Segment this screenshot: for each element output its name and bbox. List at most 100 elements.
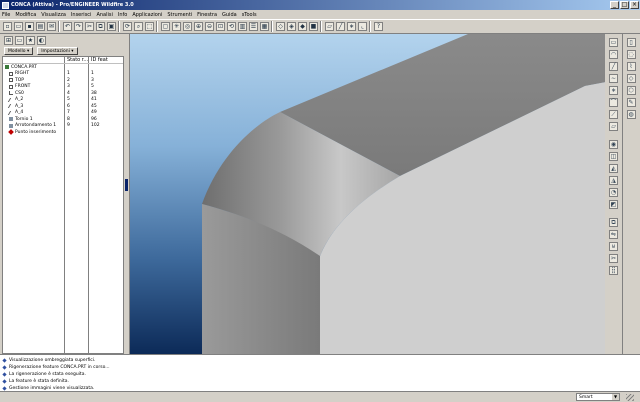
wireframe-icon[interactable]: ◇ [276,22,285,31]
pattern-icon[interactable]: ⣿ [609,266,618,275]
spline-tool-icon[interactable]: ∼ [609,74,618,83]
message-line: La feature è stata definita. [2,378,640,385]
boundary-icon[interactable]: ⬡ [626,86,636,95]
maximize-button[interactable]: □ [620,1,629,9]
datum-axes-icon[interactable]: ╱ [336,22,345,31]
menu-applications[interactable]: Applicazioni [132,12,162,18]
open-file-icon[interactable]: ▭ [14,22,23,31]
connections-tab-icon[interactable]: ◐ [37,35,46,45]
style-icon[interactable]: ✎ [626,98,636,107]
mirror-icon[interactable]: ⇋ [609,230,618,239]
sash-grip[interactable] [125,179,128,191]
view-manager-icon[interactable]: ▦ [260,22,269,31]
model-menu-button[interactable]: Modello ▾ [4,47,34,55]
status-bar: Smart ▼ [0,392,640,402]
menu-stools[interactable]: sTools [242,12,257,18]
chamfer-icon[interactable]: ◩ [609,200,618,209]
menu-window[interactable]: Finestra [197,12,217,18]
repaint-icon[interactable]: ▢ [161,22,170,31]
close-button[interactable]: × [630,1,639,9]
menu-view[interactable]: Visualizza [41,12,66,18]
extrude-icon[interactable]: ▯ [626,38,636,47]
refit-icon[interactable]: ⊡ [216,22,225,31]
favorites-tab-icon[interactable]: ★ [26,35,35,45]
warp-icon[interactable]: ◍ [626,110,636,119]
new-file-icon[interactable]: ▫ [3,22,12,31]
blend-icon[interactable]: ◇ [626,74,636,83]
column-header-name[interactable] [3,57,65,63]
datum-axis-icon[interactable]: ⟋ [609,110,618,119]
menu-info[interactable]: Info [118,12,127,18]
menu-help[interactable]: Guida [222,12,237,18]
copy-icon[interactable]: ⧉ [96,22,105,31]
revolve-icon[interactable]: ◌ [626,50,636,59]
chevron-down-icon[interactable]: ▼ [612,394,619,400]
model-tree-tab-icon[interactable]: ⊞ [4,35,13,45]
datum-point-icon[interactable]: ∗ [609,86,618,95]
app-icon [2,1,9,9]
save-icon[interactable]: ▪ [25,22,34,31]
orient-icon[interactable]: ◎ [183,22,192,31]
no-hidden-icon[interactable]: ◆ [298,22,307,31]
menu-edit[interactable]: Modifica [15,12,36,18]
resize-grip-icon[interactable] [626,393,634,401]
folder-browser-tab-icon[interactable]: ▭ [15,35,24,45]
find-icon[interactable]: ⌕ [134,22,143,31]
axis-icon [7,110,15,115]
tree-names: CONCA.PRT RIGHT TOP FRONT CS0 A_2 A_3 A_4 Tornio… [3,64,65,354]
email-icon[interactable]: ✉ [47,22,56,31]
zoom-out-icon[interactable]: ⊖ [205,22,214,31]
menu-insert[interactable]: Inserisci [71,12,92,18]
plane-icon [9,78,13,83]
datum-planes-icon[interactable]: ▱ [325,22,334,31]
paste-icon[interactable]: ▣ [107,22,116,31]
axis-icon [7,97,15,102]
minimize-button[interactable]: _ [610,1,619,9]
cut-icon[interactable]: ✂ [85,22,94,31]
hole-icon[interactable]: ◉ [609,140,618,149]
message-text: Gestione immagini viene visualizzata. [9,386,95,391]
merge-icon[interactable]: ⊎ [609,242,618,251]
rib-icon[interactable]: ◭ [609,164,618,173]
regenerate-icon[interactable]: ⟳ [123,22,132,31]
copy-feature-icon[interactable]: ⧉ [609,218,618,227]
undo-icon[interactable]: ↶ [63,22,72,31]
trim-icon[interactable]: ✂ [609,254,618,263]
hidden-line-icon[interactable]: ◈ [287,22,296,31]
zoom-in-icon[interactable]: ⊕ [194,22,203,31]
offset-icon[interactable]: ⌒ [609,98,618,107]
arc-tool-icon[interactable]: ◠ [609,50,618,59]
column-header-id[interactable]: ID feat [89,57,123,63]
menu-tools[interactable]: Strumenti [167,12,192,18]
menu-file[interactable]: File [2,12,10,18]
line-tool-icon[interactable]: ╱ [609,62,618,71]
menu-analysis[interactable]: Analisi [96,12,112,18]
title-bar: CONCA (Attiva) - Pro/ENGINEER Wildfire 3… [0,0,640,10]
selection-filter[interactable]: Smart ▼ [576,393,620,401]
select-box-icon[interactable]: ⬚ [145,22,154,31]
spin-center-icon[interactable]: ✳ [172,22,181,31]
draft-icon[interactable]: ◮ [609,176,618,185]
datum-points-icon[interactable]: ∗ [347,22,356,31]
shell-icon[interactable]: ◫ [609,152,618,161]
print-icon[interactable]: ▤ [36,22,45,31]
coordinate-systems-icon[interactable]: ⌞ [358,22,367,31]
tree-options: Modello ▾ Impostazioni ▾ [2,46,124,56]
shading-icon[interactable]: ■ [309,22,318,31]
redo-icon[interactable]: ↷ [74,22,83,31]
layers-icon[interactable]: ☰ [249,22,258,31]
saved-views-icon[interactable]: ▥ [238,22,247,31]
sweep-icon[interactable]: ⌇ [626,62,636,71]
reorient-icon[interactable]: ⟲ [227,22,236,31]
tree-item[interactable]: Punto inserimento [5,129,64,136]
navigator-panel: ⊞ ▭ ★ ◐ Modello ▾ Impostazioni ▾ Stato r… [2,34,124,354]
sketch-tool-icon[interactable]: ▭ [609,38,618,47]
graphics-window[interactable] [129,34,605,354]
message-text: Visualizzazione ombreggiata superfici. [9,358,96,363]
whats-this-icon[interactable]: ? [374,22,383,31]
datum-plane-icon[interactable]: ▱ [609,122,618,131]
toolbar-separator [369,21,371,32]
round-icon[interactable]: ◔ [609,188,618,197]
column-header-status[interactable]: Stato r... [65,57,89,63]
settings-menu-button[interactable]: Impostazioni ▾ [37,47,78,55]
